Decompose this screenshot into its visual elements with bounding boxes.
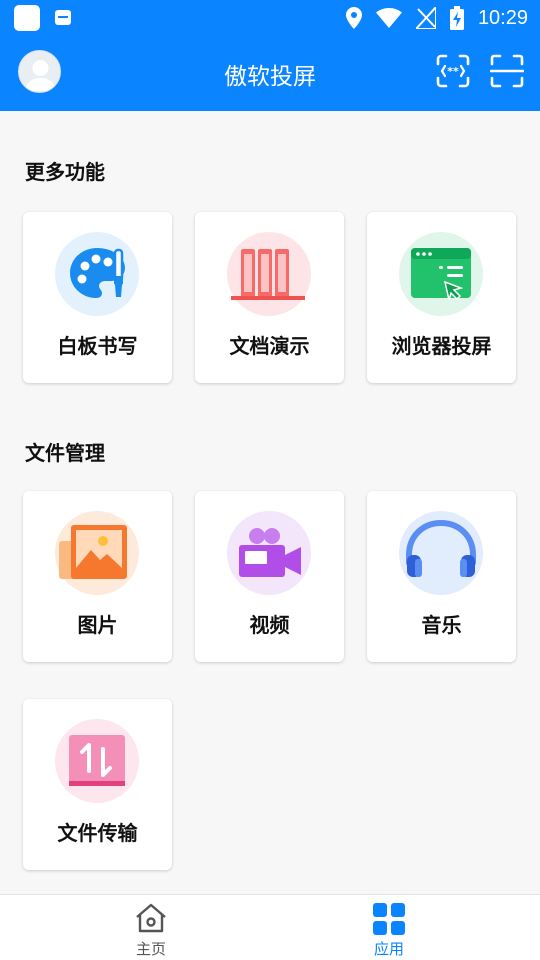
home-icon <box>136 903 166 933</box>
feature-card-video[interactable]: 视频 <box>195 491 344 662</box>
wifi-icon <box>375 8 402 28</box>
feature-label: 音乐 <box>421 613 462 637</box>
headphones-icon <box>406 519 476 577</box>
battery-charging-icon <box>449 6 464 30</box>
feature-card-whiteboard[interactable]: 白板书写 <box>23 212 172 383</box>
feature-card-images[interactable]: 图片 <box>23 491 172 662</box>
section-title-file-management: 文件管理 <box>25 441 105 465</box>
feature-label: 图片 <box>77 613 118 637</box>
file-transfer-icon <box>69 735 125 786</box>
no-signal-icon <box>415 7 436 29</box>
tab-label: 主页 <box>135 940 166 958</box>
feature-label: 浏览器投屏 <box>391 334 492 358</box>
feature-card-document[interactable]: 文档演示 <box>195 212 344 383</box>
tab-apps[interactable]: 应用 <box>329 895 449 960</box>
feature-card-file-transfer[interactable]: 文件传输 <box>23 699 172 870</box>
status-time: 10:29 <box>477 6 528 29</box>
location-icon <box>345 7 362 29</box>
bottom-nav: 主页 应用 <box>0 894 540 960</box>
image-icon <box>59 525 127 579</box>
message-notification-icon <box>55 10 71 25</box>
section-title-more-features: 更多功能 <box>25 160 105 184</box>
app-header: 10:29 傲软投屏 ** <box>0 0 540 111</box>
document-presentation-icon <box>231 249 305 300</box>
video-camera-icon <box>239 528 301 577</box>
feature-card-music[interactable]: 音乐 <box>367 491 516 662</box>
feature-label: 文档演示 <box>229 334 310 358</box>
tab-label: 应用 <box>373 940 404 958</box>
feature-label: 视频 <box>249 613 290 637</box>
palette-icon <box>70 248 125 298</box>
status-bar: 10:29 <box>0 0 540 36</box>
feature-card-browser-cast[interactable]: 浏览器投屏 <box>367 212 516 383</box>
svg-text:**: ** <box>447 65 459 78</box>
apps-grid-icon <box>373 903 405 935</box>
feature-label: 白板书写 <box>57 334 138 358</box>
browser-cast-icon <box>411 248 471 301</box>
tab-home[interactable]: 主页 <box>91 895 211 960</box>
app-notification-icon <box>14 5 40 31</box>
cast-code-icon[interactable]: ** <box>436 54 470 88</box>
scan-icon[interactable] <box>490 54 524 88</box>
feature-label: 文件传输 <box>57 821 138 845</box>
